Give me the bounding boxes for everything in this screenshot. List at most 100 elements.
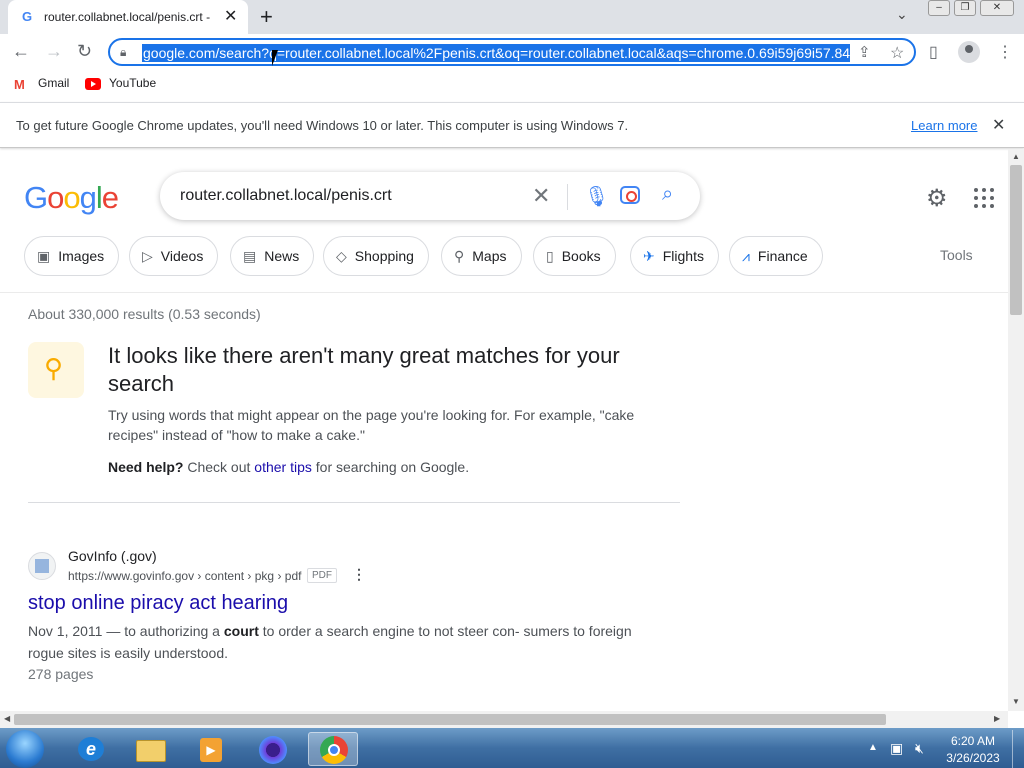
chip-books[interactable]: ▯ Books bbox=[533, 236, 616, 276]
bookmark-star-icon[interactable]: ☆ bbox=[890, 43, 904, 63]
horizontal-scroll-thumb[interactable] bbox=[14, 714, 886, 725]
chart-icon: ⩘ bbox=[742, 248, 750, 264]
chip-label: Flights bbox=[662, 248, 704, 264]
magnifier-icon: ⚲ bbox=[44, 353, 64, 383]
settings-gear-icon[interactable]: ⚙ bbox=[926, 184, 948, 213]
bookmark-youtube[interactable]: YouTube bbox=[109, 76, 156, 90]
share-icon[interactable]: ⇪ bbox=[858, 43, 871, 61]
snippet-pre: Nov 1, 2011 — to authorizing a bbox=[28, 623, 224, 639]
tip-title: It looks like there aren't many great ma… bbox=[108, 343, 620, 396]
video-icon: ▷ bbox=[142, 248, 153, 264]
google-favicon-icon: G bbox=[22, 9, 33, 24]
side-panel-icon[interactable]: ▯ bbox=[929, 42, 938, 62]
tab-title: router.collabnet.local/penis.crt - Go bbox=[44, 10, 214, 24]
camera-lens-icon[interactable] bbox=[620, 186, 640, 204]
chip-shopping[interactable]: ◇ Shopping bbox=[323, 236, 429, 276]
taskbar-ie-icon[interactable]: e bbox=[66, 732, 116, 766]
search-input[interactable]: router.collabnet.local/penis.crt bbox=[180, 187, 392, 205]
search-icon[interactable]: ⌕ bbox=[662, 183, 673, 206]
scroll-up-arrow-icon[interactable]: ▲ bbox=[1012, 152, 1020, 161]
forward-arrow-icon[interactable]: → bbox=[45, 41, 63, 62]
google-logo[interactable]: Google bbox=[24, 180, 119, 216]
youtube-icon[interactable] bbox=[85, 78, 101, 90]
chip-label: Books bbox=[561, 248, 601, 264]
image-icon: ▣ bbox=[37, 248, 51, 264]
need-help-text: Need help? Check out other tips for sear… bbox=[108, 459, 469, 475]
need-help-label: Need help? bbox=[108, 459, 184, 475]
pin-icon: ⚲ bbox=[454, 248, 465, 264]
learn-more-link[interactable]: Learn more bbox=[911, 118, 977, 133]
section-divider bbox=[28, 502, 680, 503]
chip-label: News bbox=[264, 248, 300, 264]
chip-label: Videos bbox=[160, 248, 204, 264]
profile-avatar-icon[interactable] bbox=[958, 41, 980, 63]
start-button-icon[interactable] bbox=[6, 730, 44, 768]
tab-close-icon[interactable]: ✕ bbox=[224, 6, 237, 26]
browser-tab[interactable]: G router.collabnet.local/penis.crt - Go … bbox=[8, 0, 248, 34]
menu-kebab-icon[interactable]: ⋮ bbox=[997, 42, 1013, 62]
scroll-down-arrow-icon[interactable]: ▼ bbox=[1012, 697, 1020, 706]
infobar-text: To get future Google Chrome updates, you… bbox=[16, 118, 629, 133]
mouse-cursor-icon bbox=[272, 50, 284, 66]
restore-button[interactable]: ❐ bbox=[954, 0, 976, 16]
news-icon: ▤ bbox=[243, 248, 257, 264]
need-help-pre: Check out bbox=[183, 459, 255, 475]
result-pages: 278 pages bbox=[28, 666, 94, 682]
scroll-right-arrow-icon[interactable]: ▶ bbox=[994, 714, 1000, 723]
close-window-button[interactable]: ✕ bbox=[980, 0, 1014, 16]
chip-videos[interactable]: ▷ Videos bbox=[129, 236, 219, 276]
reload-icon[interactable]: ↻ bbox=[77, 41, 92, 62]
volume-muted-icon[interactable]: 🔇︎ bbox=[915, 740, 924, 757]
result-snippet: Nov 1, 2011 — to authorizing a court to … bbox=[28, 620, 638, 664]
show-desktop-button[interactable] bbox=[1012, 730, 1024, 768]
taskbar-media-player-icon[interactable]: ▶ bbox=[186, 732, 236, 766]
infobar-close-icon[interactable]: ✕ bbox=[992, 115, 1005, 135]
search-box[interactable]: router.collabnet.local/penis.crt ✕ 🎙︎ ⌕ bbox=[160, 172, 700, 220]
chip-maps[interactable]: ⚲ Maps bbox=[441, 236, 522, 276]
need-help-post: for searching on Google. bbox=[311, 459, 470, 475]
govinfo-favicon-icon[interactable] bbox=[28, 552, 56, 580]
taskbar-clock[interactable]: 6:20 AM 3/26/2023 bbox=[942, 733, 1004, 767]
chip-finance[interactable]: ⩘ Finance bbox=[729, 236, 823, 276]
other-tips-link[interactable]: other tips bbox=[254, 459, 312, 475]
tools-button[interactable]: Tools bbox=[940, 247, 973, 263]
address-bar[interactable]: 🔒︎ google.com/search?q=router.collabnet.… bbox=[108, 38, 916, 66]
tag-icon: ◇ bbox=[336, 248, 347, 264]
url-text[interactable]: google.com/search?q=router.collabnet.loc… bbox=[142, 44, 850, 62]
lock-icon[interactable]: 🔒︎ bbox=[120, 45, 126, 60]
scroll-left-arrow-icon[interactable]: ◀ bbox=[4, 714, 10, 723]
minimize-button[interactable]: – bbox=[928, 0, 950, 16]
bookmark-gmail[interactable]: Gmail bbox=[38, 76, 69, 90]
tip-body: Try using words that might appear on the… bbox=[108, 407, 635, 443]
result-more-icon[interactable]: ⋮ bbox=[352, 566, 366, 583]
chip-flights[interactable]: ✈ Flights bbox=[630, 236, 719, 276]
pdf-badge: PDF bbox=[307, 568, 337, 583]
taskbar-chrome-icon[interactable] bbox=[308, 732, 358, 766]
chip-label: Images bbox=[58, 248, 105, 264]
snippet-bold: court bbox=[223, 623, 259, 639]
result-url[interactable]: https://www.govinfo.gov › content › pkg … bbox=[68, 569, 301, 583]
microphone-icon[interactable]: 🎙︎ bbox=[584, 184, 609, 209]
tray-expand-icon[interactable]: ▲ bbox=[868, 742, 878, 753]
vertical-scroll-thumb[interactable] bbox=[1010, 165, 1022, 315]
chip-label: Shopping bbox=[354, 248, 414, 264]
chip-label: Finance bbox=[757, 248, 808, 264]
google-apps-icon[interactable] bbox=[974, 188, 994, 208]
gmail-icon[interactable]: M bbox=[14, 77, 25, 92]
result-site-name[interactable]: GovInfo (.gov) bbox=[68, 548, 157, 564]
taskbar-firefox-icon[interactable] bbox=[248, 732, 298, 766]
tab-search-chevron-icon[interactable]: ⌄ bbox=[896, 6, 908, 23]
book-icon: ▯ bbox=[546, 248, 554, 264]
clock-time: 6:20 AM bbox=[950, 734, 996, 748]
clear-search-icon[interactable]: ✕ bbox=[532, 183, 550, 209]
taskbar-explorer-icon[interactable] bbox=[126, 732, 176, 766]
plane-icon: ✈ bbox=[643, 248, 655, 264]
chip-images[interactable]: ▣ Images bbox=[24, 236, 120, 276]
result-title-link[interactable]: stop online piracy act hearing bbox=[28, 592, 288, 615]
chip-label: Maps bbox=[472, 248, 507, 264]
new-tab-button[interactable]: + bbox=[260, 4, 273, 30]
result-stats: About 330,000 results (0.53 seconds) bbox=[28, 306, 261, 322]
network-icon[interactable]: ▣ bbox=[890, 740, 903, 757]
back-arrow-icon[interactable]: ← bbox=[12, 41, 30, 62]
chip-news[interactable]: ▤ News bbox=[230, 236, 315, 276]
